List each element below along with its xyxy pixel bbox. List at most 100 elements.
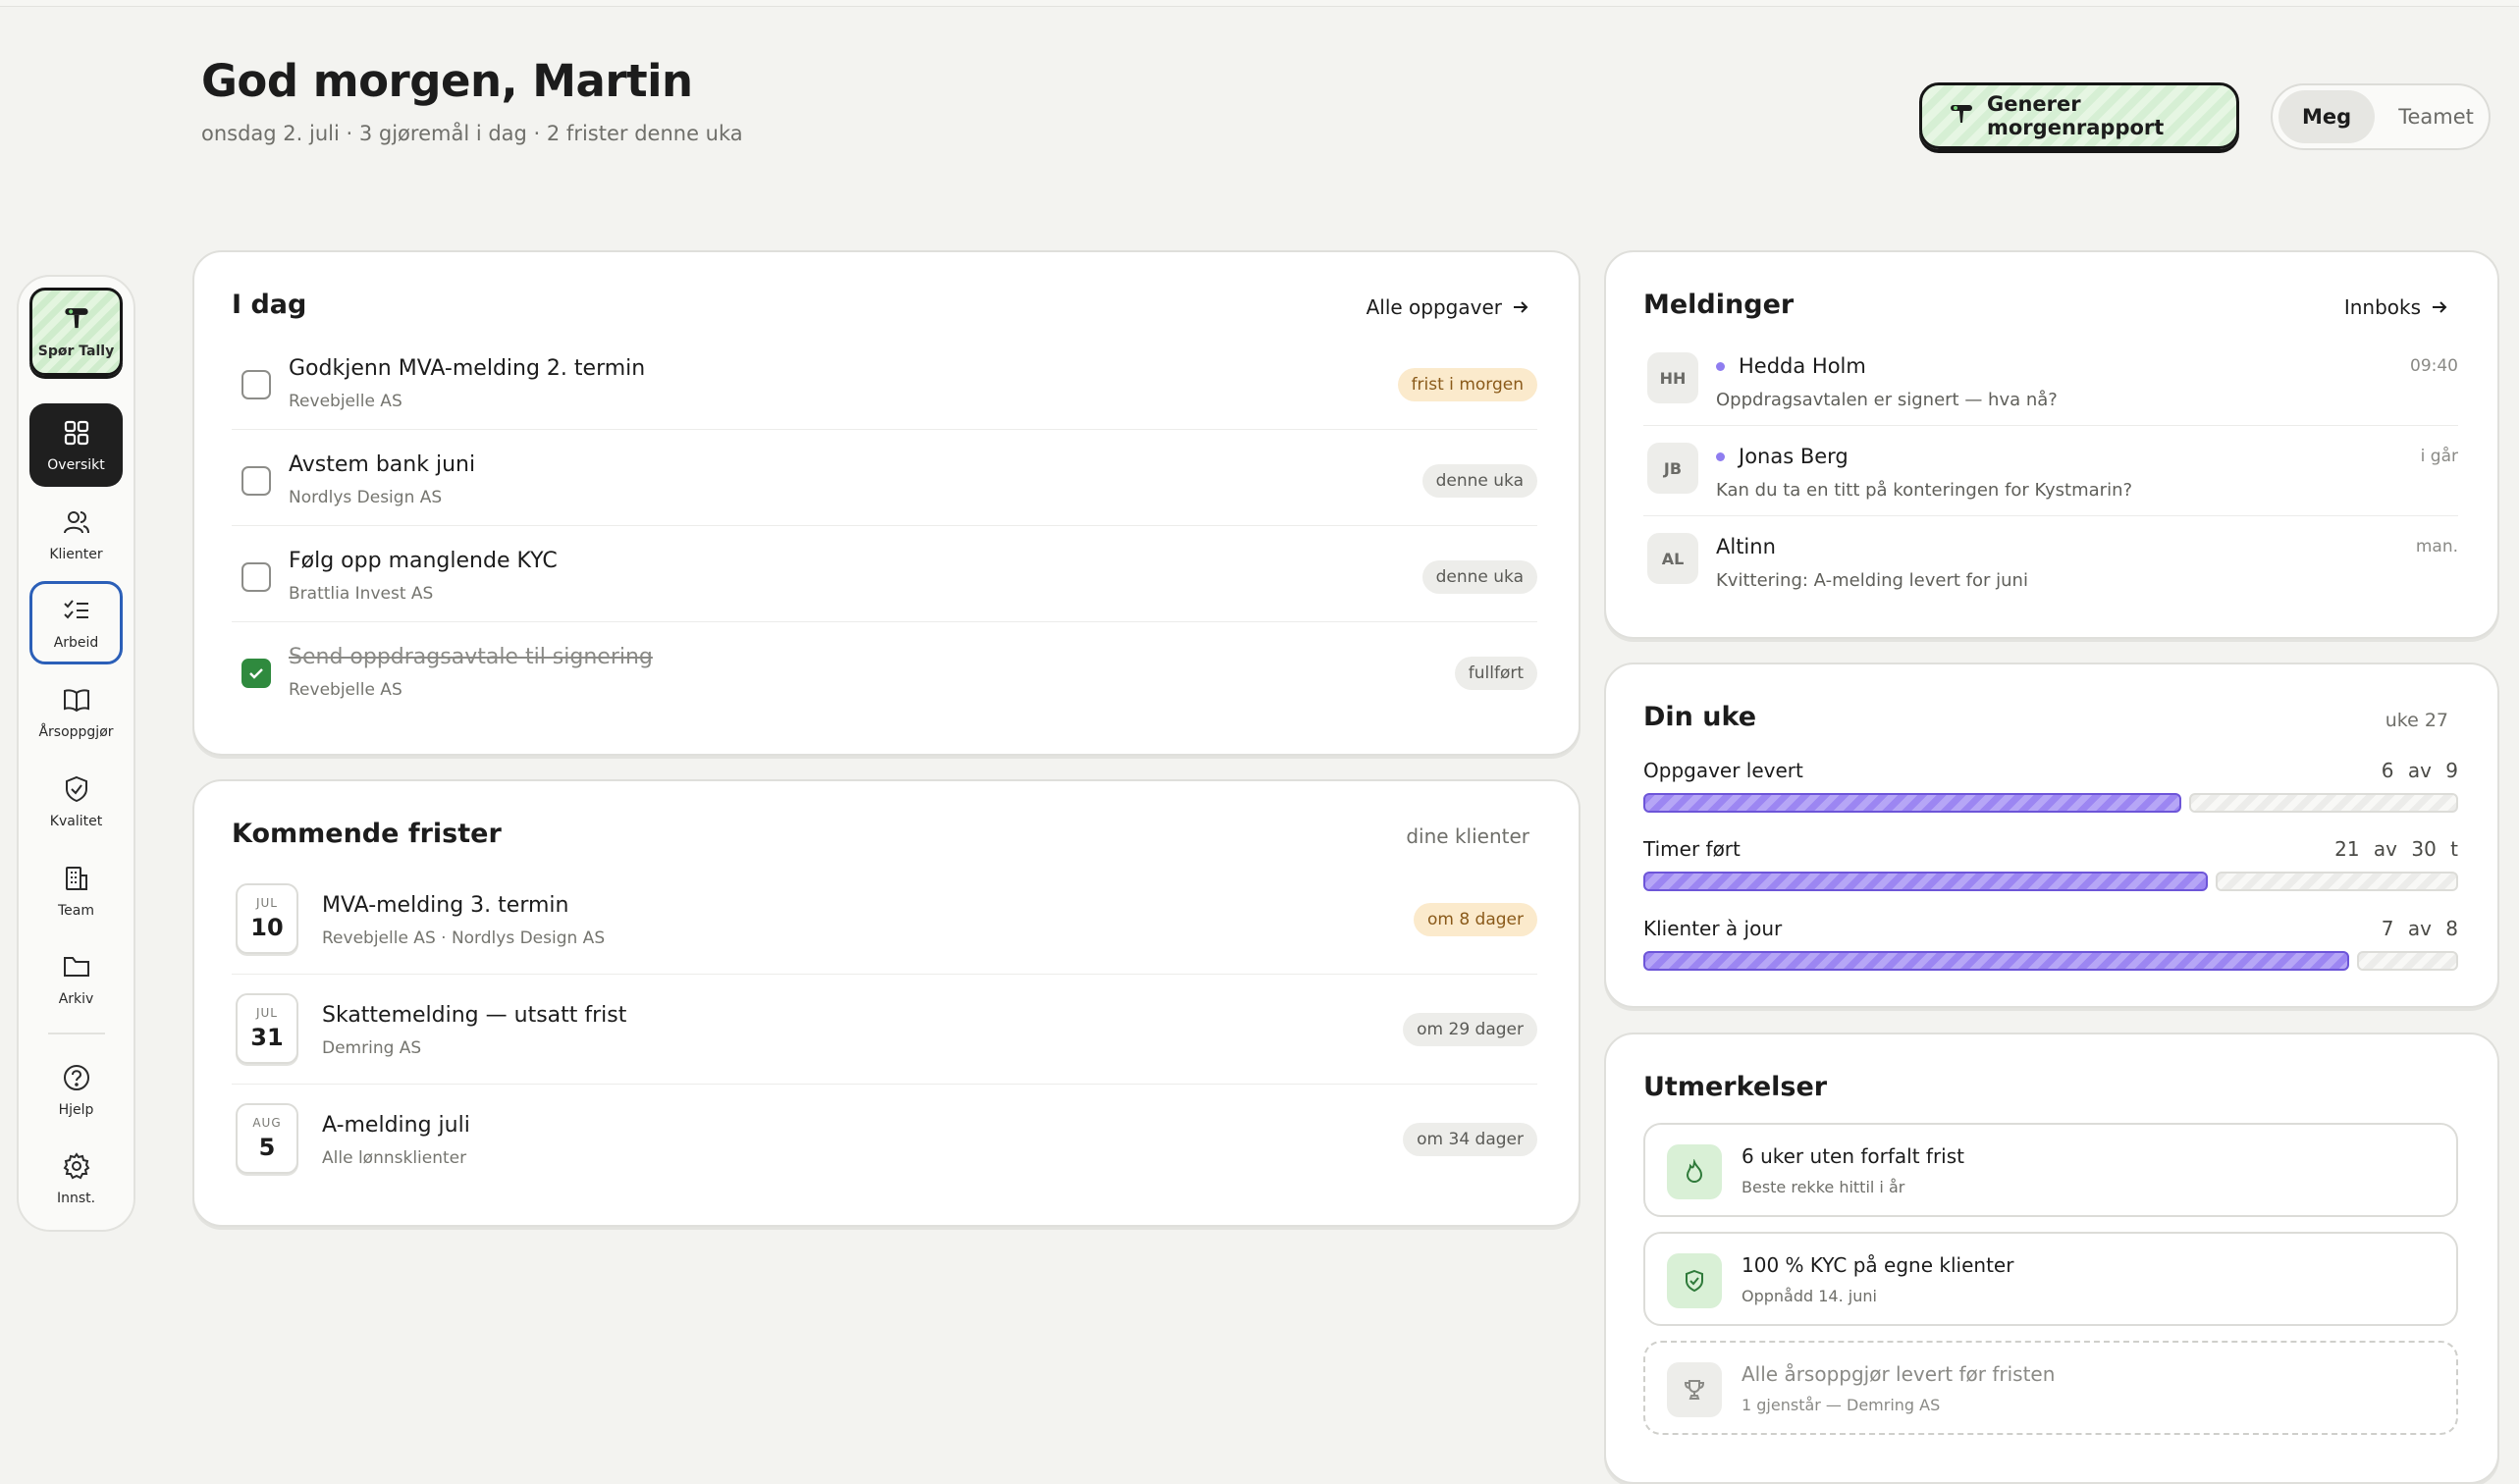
date-day: 31 <box>250 1024 284 1051</box>
task-title: Avstem bank juni <box>289 452 476 477</box>
messages-title: Meldinger <box>1643 290 1795 320</box>
deadline-row[interactable]: JUL 10 MVA-melding 3. termin Revebjelle … <box>232 866 1537 975</box>
countdown-badge: om 29 dager <box>1403 1013 1537 1046</box>
progress-remaining <box>2216 872 2458 891</box>
deadline-row[interactable]: AUG 5 A-melding juli Alle lønnsklienter … <box>232 1086 1537 1193</box>
message-preview: Kan du ta en titt på konteringen for Kys… <box>1716 480 2133 501</box>
unread-dot <box>1716 451 1725 461</box>
task-checkbox[interactable] <box>241 370 271 399</box>
sidebar-item-klienter[interactable]: Klienter <box>29 493 123 576</box>
achievement-subtitle: Beste rekke hittil i år <box>1742 1178 1905 1196</box>
generate-report-label: Generer morgenrapport <box>1987 92 2165 139</box>
deadline-row[interactable]: JUL 31 Skattemelding — utsatt frist Demr… <box>232 976 1537 1085</box>
achievement-title: 6 uker uten forfalt frist <box>1742 1144 1965 1168</box>
progress-bar <box>1643 793 2458 813</box>
task-title: Følg opp manglende KYC <box>289 549 558 573</box>
sidebar-item-arbeid[interactable]: Arbeid <box>29 581 123 664</box>
building-icon <box>62 864 91 897</box>
all-tasks-link[interactable]: Alle oppgaver <box>1367 295 1529 319</box>
task-title: Godkjenn MVA-melding 2. termin <box>289 356 646 381</box>
date-month: JUL <box>255 1006 278 1020</box>
ask-tally-label: Spør Tally <box>37 344 115 359</box>
date-badge: AUG 5 <box>236 1103 298 1174</box>
deadline-clients: Revebjelle AS · Nordlys Design AS <box>322 928 606 948</box>
toggle-me[interactable]: Meg <box>2278 90 2376 143</box>
top-divider <box>0 0 2519 7</box>
unread-dot <box>1716 361 1725 371</box>
task-client: Revebjelle AS <box>289 680 402 700</box>
shield-check-icon <box>62 774 91 808</box>
task-title: Send oppdragsavtale til signering <box>289 645 653 669</box>
message-sender: Hedda Holm <box>1716 354 1866 378</box>
achievement-item[interactable]: 6 uker uten forfalt frist Beste rekke hi… <box>1643 1123 2458 1217</box>
metric-clients-current: Klienter à jour 7 av 8 <box>1643 917 2458 995</box>
achievement-subtitle: 1 gjenstår — Demring AS <box>1742 1396 1941 1414</box>
metric-tasks-delivered: Oppgaver levert 6 av 9 <box>1643 759 2458 837</box>
sidebar-item-label: Arbeid <box>53 634 99 651</box>
sidebar: Spør Tally Oversikt Klienter Arbeid Årso… <box>17 275 135 1232</box>
achievement-title: Alle årsoppgjør levert før fristen <box>1742 1362 2056 1386</box>
sidebar-item-team[interactable]: Team <box>29 849 123 932</box>
date-summary: onsdag 2. juli · 3 gjøremål i dag · 2 fr… <box>201 122 743 145</box>
book-icon <box>62 685 91 718</box>
task-checkbox[interactable] <box>241 466 271 496</box>
achievement-item[interactable]: 100 % KYC på egne klienter Oppnådd 14. j… <box>1643 1232 2458 1326</box>
metric-label: Oppgaver levert <box>1643 759 1803 782</box>
progress-remaining <box>2189 793 2458 813</box>
sidebar-item-arsoppgjor[interactable]: Årsoppgjør <box>29 670 123 754</box>
generate-report-button[interactable]: Generer morgenrapport <box>1919 82 2239 149</box>
message-row[interactable]: JB Jonas Berg Kan du ta en titt på konte… <box>1643 425 2458 516</box>
task-row[interactable]: Send oppdragsavtale til signering Revebj… <box>232 623 1537 717</box>
progress-fill <box>1643 793 2181 813</box>
message-row[interactable]: AL Altinn Kvittering: A-melding levert f… <box>1643 515 2458 606</box>
sidebar-item-label: Hjelp <box>58 1101 94 1118</box>
progress-remaining <box>2357 951 2458 971</box>
page-title: God morgen, Martin <box>201 55 693 107</box>
sidebar-item-oversikt[interactable]: Oversikt <box>29 403 123 487</box>
date-badge: JUL 10 <box>236 883 298 954</box>
deadline-title: MVA-melding 3. termin <box>322 893 569 918</box>
message-sender: Jonas Berg <box>1716 445 1849 468</box>
view-toggle: Meg Teamet <box>2271 83 2491 150</box>
sidebar-item-kvalitet[interactable]: Kvalitet <box>29 760 123 843</box>
task-row[interactable]: Avstem bank juni Nordlys Design AS denne… <box>232 431 1537 526</box>
task-row[interactable]: Følg opp manglende KYC Brattlia Invest A… <box>232 527 1537 622</box>
shield-check-icon <box>1667 1253 1722 1308</box>
inbox-link[interactable]: Innboks <box>2344 295 2448 319</box>
date-month: JUL <box>255 896 278 910</box>
status-badge: frist i morgen <box>1397 368 1537 401</box>
toggle-team[interactable]: Teamet <box>2375 90 2497 143</box>
sidebar-item-label: Arkiv <box>58 990 94 1007</box>
week-card: Din uke uke 27 Oppgaver levert 6 av 9 Ti… <box>1604 662 2499 1008</box>
arrow-right-icon <box>1514 301 1528 313</box>
messages-card: Meldinger Innboks HH Hedda Holm Oppdrags… <box>1604 250 2499 639</box>
achievements-title: Utmerkelser <box>1643 1072 1828 1102</box>
status-badge: denne uka <box>1421 560 1537 594</box>
task-checkbox[interactable] <box>241 562 271 592</box>
checklist-icon <box>62 596 91 629</box>
deadline-clients: Demring AS <box>322 1038 422 1058</box>
sidebar-item-label: Årsoppgjør <box>38 723 114 740</box>
task-checkbox-checked[interactable] <box>241 659 271 688</box>
users-icon <box>62 507 91 541</box>
task-client: Brattlia Invest AS <box>289 584 434 604</box>
week-number: uke 27 <box>2385 710 2448 731</box>
status-badge: fullført <box>1454 657 1537 690</box>
sidebar-item-hjelp[interactable]: Hjelp <box>29 1048 123 1132</box>
help-icon <box>62 1063 91 1096</box>
deadlines-filter[interactable]: dine klienter <box>1406 824 1529 848</box>
ask-tally-button[interactable]: Spør Tally <box>29 288 123 376</box>
achievement-item-locked[interactable]: Alle årsoppgjør levert før fristen 1 gje… <box>1643 1341 2458 1435</box>
task-row[interactable]: Godkjenn MVA-melding 2. termin Revebjell… <box>232 335 1537 430</box>
task-client: Nordlys Design AS <box>289 488 443 507</box>
sidebar-item-label: Kvalitet <box>49 813 103 829</box>
status-badge: denne uka <box>1421 464 1537 498</box>
sidebar-item-arkiv[interactable]: Arkiv <box>29 937 123 1021</box>
sidebar-item-innstillinger[interactable]: Innst. <box>29 1137 123 1220</box>
message-row[interactable]: HH Hedda Holm Oppdragsavtalen er signert… <box>1643 335 2458 426</box>
trophy-icon <box>1667 1362 1722 1417</box>
message-preview: Oppdragsavtalen er signert — hva nå? <box>1716 390 2058 410</box>
tally-icon <box>62 304 91 338</box>
date-badge: JUL 31 <box>236 993 298 1064</box>
deadlines-title: Kommende frister <box>232 819 502 849</box>
